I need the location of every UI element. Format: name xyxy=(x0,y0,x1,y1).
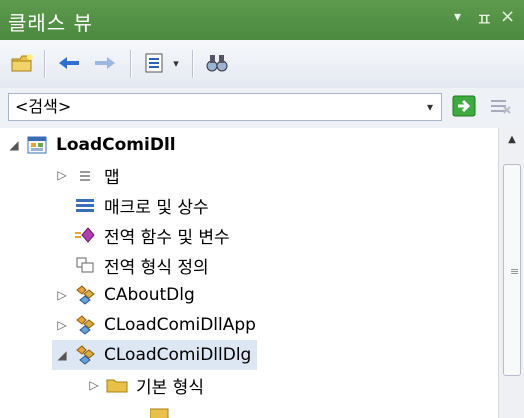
tree-item-partial xyxy=(150,404,350,418)
scroll-up-icon[interactable]: ▲ xyxy=(499,134,524,154)
tree-item-cloadcomidlldlg[interactable]: ◢ CLoadComiDllDlg xyxy=(52,340,258,370)
settings-button[interactable] xyxy=(140,48,168,78)
back-arrow-icon xyxy=(59,57,79,69)
go-arrow-icon xyxy=(452,95,476,117)
collapse-icon[interactable]: ◢ xyxy=(52,348,72,362)
forward-arrow-icon xyxy=(95,57,115,69)
tree-item-label: 전역 함수 및 변수 xyxy=(104,227,230,248)
search-input-value: <검색> xyxy=(15,97,72,116)
settings-dropdown-icon[interactable]: ▾ xyxy=(168,48,184,78)
tree-item-label: 기본 형식 xyxy=(136,377,204,398)
tree-item-label: 전역 형식 정의 xyxy=(104,257,209,278)
window-dropdown-icon[interactable]: ▾ xyxy=(454,9,461,25)
project-icon xyxy=(24,134,50,156)
new-folder-icon xyxy=(11,54,33,72)
vertical-scrollbar[interactable]: ▲ ≡ xyxy=(498,128,524,418)
tree-item-macros[interactable]: 매크로 및 상수 xyxy=(52,190,209,220)
clear-search-icon xyxy=(491,100,511,114)
toolbar-separator xyxy=(130,50,132,78)
tree-item-label: 맵 xyxy=(104,167,120,188)
settings-list-icon xyxy=(145,53,163,73)
tree-item-project[interactable]: ◢ LoadComiDll xyxy=(4,130,176,160)
typedef-icon xyxy=(72,254,98,276)
expand-icon[interactable]: ▷ xyxy=(52,318,72,332)
search-dropdown-icon[interactable]: ▾ xyxy=(427,94,433,120)
toolbar-separator xyxy=(44,50,46,78)
search-input[interactable]: <검색> ▾ xyxy=(8,93,442,121)
global-function-icon xyxy=(72,224,98,246)
class-tree: ◢ LoadComiDll ▷ 맵 매크로 및 상수 전역 함수 및 변수 전역… xyxy=(0,128,498,418)
expand-icon[interactable]: ▷ xyxy=(84,378,104,392)
macro-icon xyxy=(72,194,98,216)
expand-icon[interactable]: ▷ xyxy=(52,168,72,182)
scroll-grip-icon: ≡ xyxy=(510,265,520,278)
tree-item-cloadcomidllapp[interactable]: ▷ CLoadComiDllApp xyxy=(52,310,256,340)
binoculars-icon xyxy=(206,55,228,72)
search-row: <검색> ▾ xyxy=(0,88,524,129)
collapse-icon[interactable]: ◢ xyxy=(4,138,24,152)
tree-item-label: LoadComiDll xyxy=(56,135,176,155)
class-icon xyxy=(72,314,98,336)
toolbar: ▾ xyxy=(0,40,524,89)
new-folder-button[interactable] xyxy=(8,48,38,78)
class-icon xyxy=(72,344,98,366)
tree-item-caboutdlg[interactable]: ▷ CAboutDlg xyxy=(52,280,195,310)
expand-icon[interactable]: ▷ xyxy=(52,288,72,302)
tree-item-map[interactable]: ▷ 맵 xyxy=(52,160,120,190)
class-icon xyxy=(72,284,98,306)
tree-item-label: 매크로 및 상수 xyxy=(104,197,209,218)
panel-title-bar: 클래스 뷰 ▾ ㅍ × xyxy=(0,0,524,40)
tree-item-label: CAboutDlg xyxy=(104,285,195,305)
tree-item-typedefs[interactable]: 전역 형식 정의 xyxy=(52,250,209,280)
map-icon xyxy=(72,164,98,186)
find-symbol-button[interactable] xyxy=(202,48,232,78)
folder-icon xyxy=(104,374,130,396)
panel-title: 클래스 뷰 xyxy=(8,11,93,35)
close-icon[interactable]: × xyxy=(500,6,515,27)
clear-search-button[interactable] xyxy=(488,95,514,117)
tree-item-global-functions[interactable]: 전역 함수 및 변수 xyxy=(52,220,230,250)
tree-item-label: CLoadComiDllApp xyxy=(104,315,256,335)
pin-icon[interactable]: ㅍ xyxy=(476,6,493,32)
toolbar-separator xyxy=(192,50,194,78)
forward-button[interactable] xyxy=(90,48,120,78)
tree-item-label: CLoadComiDllDlg xyxy=(104,345,252,365)
tree-item-base-types[interactable]: ▷ 기본 형식 xyxy=(84,370,204,400)
search-go-button[interactable] xyxy=(452,95,476,117)
scroll-thumb[interactable]: ≡ xyxy=(503,164,521,376)
back-button[interactable] xyxy=(54,48,84,78)
